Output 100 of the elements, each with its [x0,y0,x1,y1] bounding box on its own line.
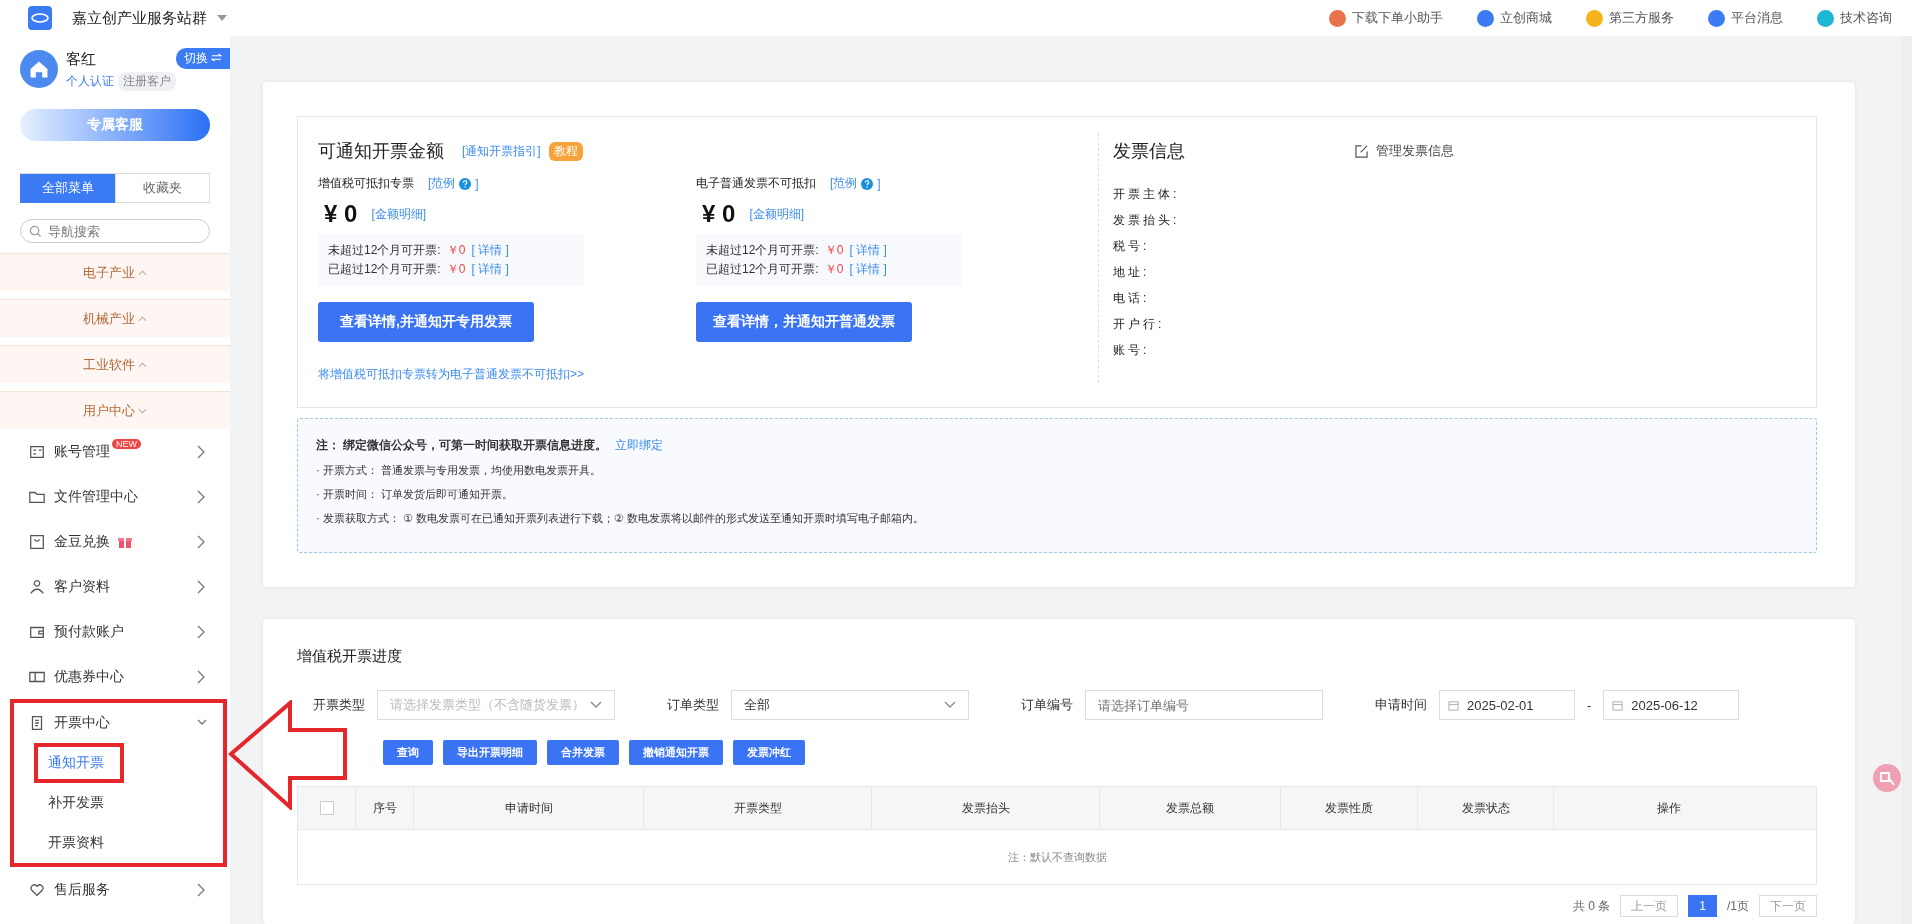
line-label: 已超过12个月可开票: [328,261,441,278]
user-name: 客红 [66,50,97,69]
filter-label: 订单类型 [667,696,719,714]
menu-item[interactable]: 客户资料 [0,564,230,609]
service-button[interactable]: 专属客服 [20,109,210,141]
action-button[interactable]: 发票冲红 [733,740,805,765]
amount-value: ¥ 0 [702,200,736,228]
invoice-type-label: 电子普通发票不可抵扣 [696,175,816,192]
top-link[interactable]: 平台消息 [1708,9,1783,27]
notice-heading: 注： 绑定微信公众号，可第一时间获取开票信息进度。 [316,437,608,454]
select-all-checkbox[interactable] [319,801,334,815]
menu-item[interactable]: 优惠券中心 [0,654,230,699]
notify-button[interactable]: 查看详情，并通知开普通发票 [696,302,912,342]
detail-link[interactable]: [ 详情 ] [849,261,887,278]
submenu-item[interactable]: 补开发票 [48,794,104,812]
line-amount: ￥0 [446,261,466,278]
column-header: 发票抬头 [871,787,1099,829]
section-title: 可通知开票金额 [318,140,444,163]
verify-link[interactable]: 个人认证 [66,73,114,90]
action-button[interactable]: 撤销通知开票 [629,740,723,765]
input-field[interactable]: 请选择订单编号 [1085,690,1323,720]
search-icon [29,224,42,238]
category-row[interactable]: 用户中心 [0,391,230,429]
column-header: 申请时间 [413,787,643,829]
manage-link[interactable]: 管理发票信息 [1355,142,1454,160]
submenu-item[interactable]: 开票资料 [48,834,104,852]
menu-item[interactable]: 文件管理中心 [0,474,230,519]
top-link[interactable]: 立创商城 [1477,9,1552,27]
amount-detail-link[interactable]: [金额明细] [749,205,805,223]
bracket-text: ] [877,176,881,191]
example-link[interactable]: [范例 [830,175,858,192]
menu-icon [28,577,46,596]
bracket-text: ] [475,176,479,191]
category-row[interactable]: 电子产业 [0,253,230,291]
detail-link[interactable]: [ 详情 ] [849,242,887,259]
notice-line: · 开票方式： 普通发票与专用发票，均使用数电发票开具。 [316,463,602,478]
line-amount: ￥0 [446,242,466,259]
calendar-icon [1448,699,1459,711]
search-input[interactable]: 导航搜索 [46,222,200,240]
action-button[interactable]: 查询 [383,740,433,765]
field-label: 账号: [1113,342,1151,359]
detail-link[interactable]: [ 详情 ] [471,242,509,259]
top-link[interactable]: 第三方服务 [1586,9,1674,27]
date-field[interactable]: 2025-02-01 [1439,690,1575,720]
submenu-item[interactable]: 通知开票 [48,754,104,772]
notify-button[interactable]: 查看详情,并通知开专用发票 [318,302,534,342]
calendar-icon [1612,699,1624,711]
chevron-icon [590,701,602,709]
convert-link[interactable]: 将增值税可抵扣专票转为电子普通发票不可抵扣>> [318,366,1098,383]
line-label: 已超过12个月可开票: [706,261,819,278]
menu-tab[interactable]: 全部菜单 [20,174,115,203]
total-count: 共 0 条 [1572,897,1611,915]
section-title: 发票信息 [1113,140,1185,163]
line-label: 未超过12个月可开票: [328,242,441,259]
page-button[interactable]: 1 [1688,895,1717,917]
filter-label: 申请时间 [1375,696,1427,714]
switch-button[interactable]: 切换 [175,48,230,69]
example-link[interactable]: [范例 [428,175,456,192]
logo-icon [28,6,52,30]
menu-tab[interactable]: 收藏夹 [115,174,210,203]
help-icon [861,177,874,190]
action-button[interactable]: 导出开票明细 [443,740,537,765]
page-count: /1页 [1727,897,1749,915]
site-switcher[interactable]: 嘉立创产业服务站群 [72,8,207,28]
line-label: 未超过12个月可开票: [706,242,819,259]
top-link[interactable]: 技术咨询 [1817,9,1892,27]
customer-tag: 注册客户 [118,72,176,91]
next-button[interactable]: 下一页 [1759,895,1817,917]
field-label: 税号: [1113,238,1151,255]
menu-item[interactable]: 账号管理 NEW [0,429,230,474]
scrollbar[interactable] [1902,36,1912,924]
action-button[interactable]: 合并发票 [547,740,619,765]
edit-icon [1355,144,1368,158]
guide-link[interactable]: [通知开票指引] [462,142,541,160]
notice-line: · 发票获取方式： ① 数电发票可在已通知开票列表进行下载；② 数电发票将以邮件的形式发送至通知开票时填写电子邮箱内。 [316,511,925,526]
field-label: 地址: [1113,264,1151,281]
amount-detail-link[interactable]: [金额明细] [371,205,427,223]
select-field[interactable]: 全部 [731,690,969,720]
empty-message: 注：默认不查询数据 [1007,849,1107,865]
bind-link[interactable]: 立即绑定 [615,437,664,454]
menu-item[interactable]: 售后服务 [0,867,230,912]
field-label: 开票主体: [1113,186,1181,203]
top-link[interactable]: 下载下单小助手 [1329,9,1443,27]
field-label: 电话: [1113,290,1151,307]
notice-line: · 开票时间： 订单发货后即可通知开票。 [316,487,514,502]
category-row[interactable]: 机械产业 [0,299,230,337]
filter-label: 订单编号 [1021,696,1073,714]
column-header: 发票状态 [1417,787,1553,829]
column-header: 序号 [355,787,413,829]
menu-item[interactable]: 开票中心 [14,703,223,743]
column-header: 发票总额 [1099,787,1280,829]
category-row[interactable]: 工业软件 [0,345,230,383]
range-separator: - [1587,697,1592,713]
filter-label: 开票类型 [313,696,365,714]
invoice-type-label: 增值税可抵扣专票 [318,175,414,192]
detail-link[interactable]: [ 详情 ] [471,261,509,278]
prev-button[interactable]: 上一页 [1620,895,1679,917]
menu-item[interactable]: 预付款账户 [0,609,230,654]
date-field[interactable]: 2025-06-12 [1603,690,1740,720]
menu-item[interactable]: 金豆兑换 [0,519,230,564]
